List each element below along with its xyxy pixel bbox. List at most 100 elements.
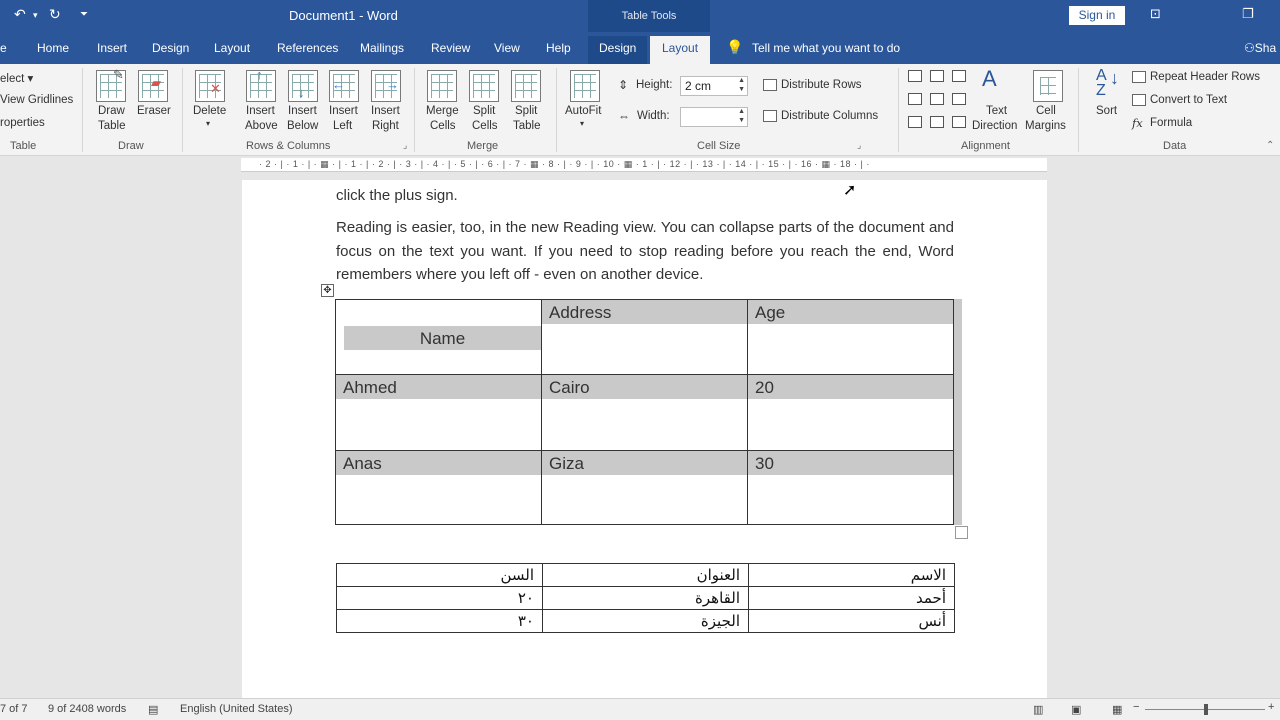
delete-table-icon[interactable]: ✕ <box>195 70 225 102</box>
table-cell[interactable]: 20 <box>747 374 954 451</box>
table-cell[interactable]: Address <box>541 299 748 375</box>
zoom-out-icon[interactable]: − <box>1133 701 1139 713</box>
sort-button[interactable]: Sort <box>1096 105 1117 117</box>
word-count[interactable]: 9 of 2408 words <box>48 703 126 715</box>
tab-table-design[interactable]: Design <box>588 36 648 64</box>
select-button[interactable]: elect ▾ <box>0 71 33 85</box>
draw-table-label-1[interactable]: Draw <box>98 105 125 117</box>
align-center-right-icon[interactable] <box>952 93 966 105</box>
web-layout-icon[interactable]: ▦ <box>1112 703 1122 716</box>
distribute-columns-button[interactable]: Distribute Columns <box>781 110 878 122</box>
convert-to-text-button[interactable]: Convert to Text <box>1150 94 1227 106</box>
autofit-label[interactable]: AutoFit <box>565 105 601 117</box>
tab-review[interactable]: Review <box>431 41 470 55</box>
print-layout-icon[interactable]: ▣ <box>1071 703 1081 716</box>
formula-icon[interactable]: fx <box>1132 116 1143 130</box>
split-cells-label-2[interactable]: Cells <box>472 120 498 132</box>
tell-me-search[interactable]: Tell me what you want to do <box>752 41 900 55</box>
eraser-icon[interactable]: ▰ <box>138 70 168 102</box>
paragraph-2[interactable]: Reading is easier, too, in the new Readi… <box>336 216 954 287</box>
insert-left-label-2[interactable]: Left <box>333 120 352 132</box>
paragraph-1[interactable]: click the plus sign. <box>336 184 954 208</box>
undo-dropdown-icon[interactable]: ▾ <box>33 10 38 21</box>
read-mode-icon[interactable]: ▥ <box>1033 703 1043 716</box>
text-direction-label-2[interactable]: Direction <box>972 120 1017 132</box>
rows-columns-launcher-icon[interactable]: ⌟ <box>403 140 407 151</box>
split-table-label-2[interactable]: Table <box>513 120 541 132</box>
tab-file[interactable]: e <box>0 41 7 55</box>
align-top-left-icon[interactable] <box>908 70 922 82</box>
text-direction-icon[interactable]: A <box>982 66 997 92</box>
distribute-rows-icon[interactable] <box>763 79 777 91</box>
table-cell[interactable]: ٢٠ <box>336 586 543 610</box>
arabic-table[interactable]: السن العنوان الاسم ٢٠ القاهرة أحمد ٣٠ ال… <box>336 563 955 633</box>
sort-icon[interactable]: A Z ↓ <box>1096 68 1119 99</box>
tab-insert[interactable]: Insert <box>97 41 127 55</box>
split-table-label-1[interactable]: Split <box>515 105 537 117</box>
width-input[interactable]: ▲ ▼ <box>680 107 748 127</box>
split-table-icon[interactable] <box>511 70 541 102</box>
table-cell[interactable]: أنس <box>748 609 955 633</box>
align-bottom-right-icon[interactable] <box>952 116 966 128</box>
align-top-center-icon[interactable] <box>930 70 944 82</box>
document-page[interactable]: click the plus sign. Reading is easier, … <box>242 180 1047 700</box>
table-cell[interactable]: Anas <box>335 450 542 525</box>
properties-button[interactable]: roperties <box>0 117 45 129</box>
tab-view[interactable]: View <box>494 41 520 55</box>
insert-below-label-2[interactable]: Below <box>287 120 318 132</box>
tab-table-layout[interactable]: Layout <box>650 36 711 64</box>
insert-left-icon[interactable]: ← <box>329 70 359 102</box>
table-cell[interactable]: Age <box>747 299 954 375</box>
main-table[interactable]: Name Address Age Ahmed Cairo 20 Anas Giz… <box>335 299 954 525</box>
proofing-icon[interactable]: ▤ <box>148 703 158 716</box>
share-button[interactable]: ⚇Sha <box>1244 41 1276 55</box>
height-decrease-icon[interactable]: ▼ <box>738 86 745 93</box>
insert-right-icon[interactable]: → <box>371 70 401 102</box>
insert-left-label-1[interactable]: Insert <box>329 105 358 117</box>
table-cell[interactable]: Giza <box>541 450 748 525</box>
table-cell[interactable]: الجيزة <box>542 609 749 633</box>
table-cell[interactable]: الاسم <box>748 563 955 587</box>
table-cell[interactable]: أحمد <box>748 586 955 610</box>
sign-in-button[interactable]: Sign in <box>1069 6 1125 25</box>
cell-margins-icon[interactable] <box>1033 70 1063 102</box>
insert-below-icon[interactable]: ↓ <box>288 70 318 102</box>
width-decrease-icon[interactable]: ▼ <box>738 117 745 124</box>
distribute-rows-button[interactable]: Distribute Rows <box>781 79 862 91</box>
cell-margins-label-2[interactable]: Margins <box>1025 120 1066 132</box>
repeat-header-rows-icon[interactable] <box>1132 71 1146 83</box>
tab-design[interactable]: Design <box>152 41 189 55</box>
collapse-ribbon-icon[interactable]: ⌃ <box>1266 140 1274 151</box>
repeat-header-rows-button[interactable]: Repeat Header Rows <box>1150 71 1260 83</box>
text-direction-label-1[interactable]: Text <box>986 105 1007 117</box>
autofit-dropdown-icon[interactable]: ▾ <box>580 119 584 128</box>
draw-table-icon[interactable]: ✎ <box>96 67 126 102</box>
align-center-icon[interactable] <box>930 93 944 105</box>
merge-cells-label-2[interactable]: Cells <box>430 120 456 132</box>
table-cell[interactable]: Cairo <box>541 374 748 451</box>
tab-mailings[interactable]: Mailings <box>360 41 404 55</box>
table-cell[interactable]: القاهرة <box>542 586 749 610</box>
height-input[interactable]: 2 cm ▲ ▼ <box>680 76 748 96</box>
insert-above-label-2[interactable]: Above <box>245 120 278 132</box>
align-bottom-left-icon[interactable] <box>908 116 922 128</box>
insert-right-label-1[interactable]: Insert <box>371 105 400 117</box>
insert-above-icon[interactable]: ↑ <box>246 67 276 102</box>
split-cells-label-1[interactable]: Split <box>473 105 495 117</box>
convert-to-text-icon[interactable] <box>1132 94 1146 106</box>
cell-alignment-grid[interactable] <box>908 70 968 134</box>
split-cells-icon[interactable] <box>469 70 499 102</box>
customize-qat-icon[interactable]: ⏷ <box>80 9 88 20</box>
view-gridlines-button[interactable]: View Gridlines <box>0 94 73 106</box>
ribbon-display-options-icon[interactable]: ⊡ <box>1150 6 1161 22</box>
merge-cells-icon[interactable] <box>427 70 457 102</box>
horizontal-ruler[interactable]: · 2 · | · 1 · | · ▦ · | · 1 · | · 2 · | … <box>241 158 1047 172</box>
undo-icon[interactable]: ↶ <box>14 6 26 23</box>
tab-references[interactable]: References <box>277 41 338 55</box>
redo-icon[interactable]: ↻ <box>49 6 61 23</box>
table-cell[interactable]: السن <box>336 563 543 587</box>
tab-help[interactable]: Help <box>546 41 571 55</box>
cell-margins-label-1[interactable]: Cell <box>1036 105 1056 117</box>
zoom-slider-thumb[interactable] <box>1204 704 1208 715</box>
align-bottom-center-icon[interactable] <box>930 116 944 128</box>
